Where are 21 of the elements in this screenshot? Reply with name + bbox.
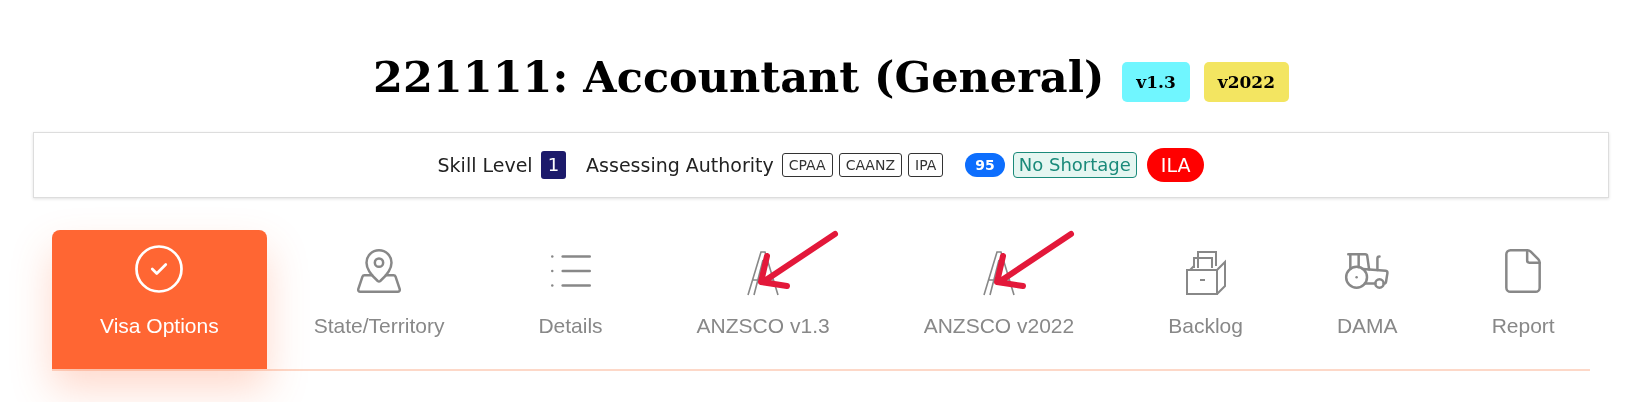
flag-badge: ILA [1146, 148, 1205, 182]
info-label: Assessing Authority [586, 152, 774, 178]
version-badge: v1.3 [1122, 61, 1190, 102]
tab[interactable]: Backlog [1121, 230, 1290, 369]
tab[interactable]: DAMA [1289, 230, 1445, 369]
status-tag: No Shortage [1012, 152, 1137, 178]
authority-tag: IPA [908, 153, 944, 177]
tab[interactable]: ANZSCO v2022 [876, 230, 1122, 369]
tab[interactable]: Report [1444, 230, 1602, 369]
tab[interactable]: Visa Options [52, 230, 267, 369]
tab[interactable]: State/Territory [266, 230, 492, 369]
letter-a-icon [981, 249, 1016, 296]
tab[interactable]: ANZSCO v1.3 [649, 230, 877, 369]
tab[interactable]: Details [491, 230, 650, 369]
version-badge: v2022 [1203, 61, 1289, 102]
page-title: 221111: Accountant (General) [373, 51, 1105, 105]
skill-level-badge: 1 [540, 151, 567, 179]
authority-tag: CPAA [781, 153, 833, 177]
info-label: Skill Level [437, 152, 533, 178]
count-badge: 95 [965, 153, 1005, 177]
authority-tag: CAANZ [838, 153, 902, 177]
